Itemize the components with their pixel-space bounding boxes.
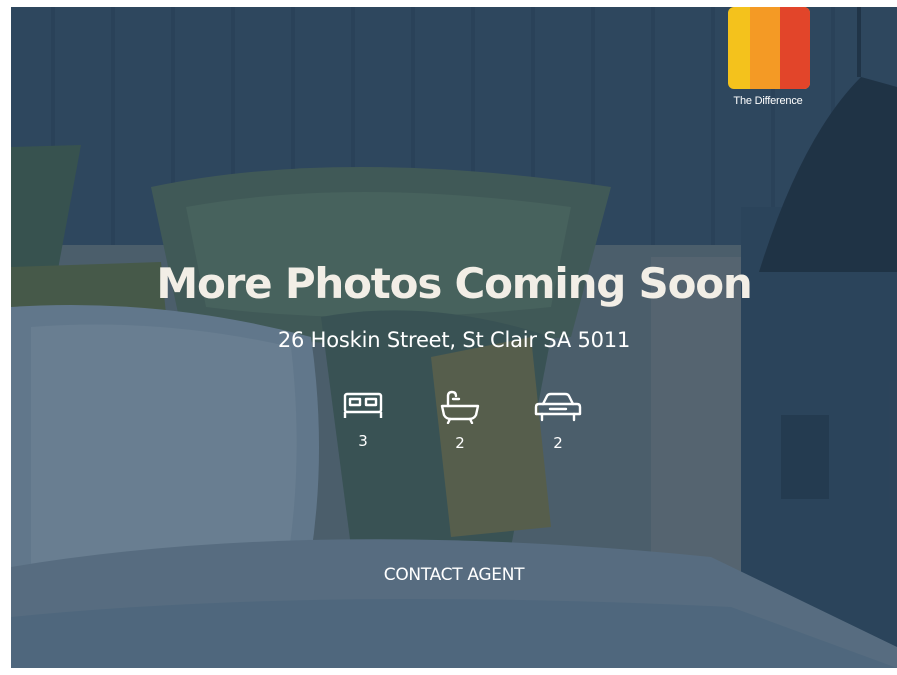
car-icon bbox=[534, 392, 582, 422]
brand-logo-mark bbox=[728, 7, 810, 89]
contact-agent-button[interactable]: CONTACT AGENT bbox=[380, 563, 528, 587]
brand-logo[interactable]: The Difference bbox=[724, 7, 812, 117]
property-features: 3 2 2 bbox=[11, 390, 897, 470]
feature-bathrooms: 2 bbox=[430, 390, 490, 452]
feature-bedrooms: 3 bbox=[333, 390, 393, 450]
bed-icon bbox=[343, 392, 383, 418]
brand-name: The Difference bbox=[733, 95, 803, 107]
bath-icon bbox=[440, 390, 480, 424]
parking-count: 2 bbox=[553, 434, 563, 452]
feature-parking: 2 bbox=[528, 390, 588, 452]
listing-title: More Photos Coming Soon bbox=[156, 259, 752, 308]
contact-area: CONTACT AGENT bbox=[11, 563, 897, 587]
listing-hero: The Difference More Photos Coming Soon 2… bbox=[11, 7, 897, 668]
bathroom-count: 2 bbox=[455, 434, 465, 452]
listing-address: 26 Hoskin Street, St Clair SA 5011 bbox=[277, 328, 631, 352]
bedroom-count: 3 bbox=[358, 432, 368, 450]
